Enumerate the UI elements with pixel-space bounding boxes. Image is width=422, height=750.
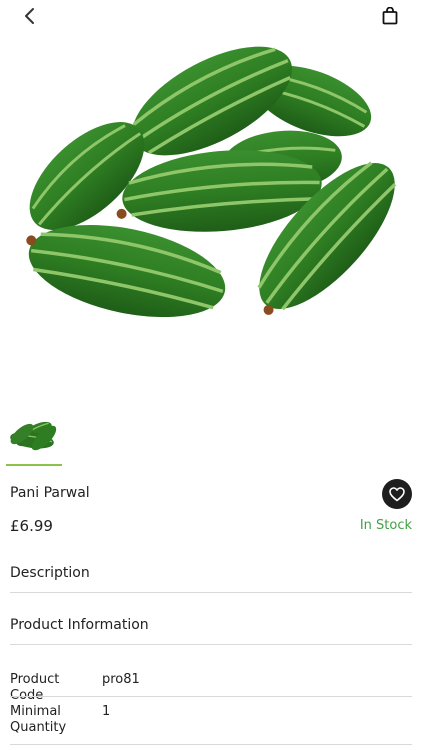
shopping-bag-icon — [382, 7, 398, 25]
product-code-value: pro81 — [102, 672, 140, 687]
divider — [10, 696, 412, 697]
product-name: Pani Parwal — [10, 485, 90, 501]
minimal-quantity-value: 1 — [102, 704, 111, 719]
product-price: £6.99 — [10, 517, 53, 535]
divider — [10, 644, 412, 645]
description-section[interactable]: Description — [10, 565, 412, 581]
divider — [10, 592, 412, 593]
thumbnail-image — [10, 421, 57, 451]
product-information-section[interactable]: Product Information — [10, 617, 412, 633]
shopping-bag-button[interactable] — [378, 4, 402, 28]
heart-icon — [389, 486, 405, 501]
product-image — [26, 46, 397, 318]
back-button[interactable] — [18, 4, 42, 28]
stock-status: In Stock — [359, 518, 412, 533]
chevron-left-icon — [25, 8, 34, 24]
divider — [10, 744, 412, 745]
product-code-label: Product Code — [10, 672, 60, 703]
product-thumbnail[interactable] — [6, 404, 62, 466]
minimal-quantity-label: Minimal Quantity — [10, 704, 67, 735]
thumbnail-selected-indicator — [6, 464, 62, 466]
favorite-button[interactable] — [382, 479, 412, 509]
